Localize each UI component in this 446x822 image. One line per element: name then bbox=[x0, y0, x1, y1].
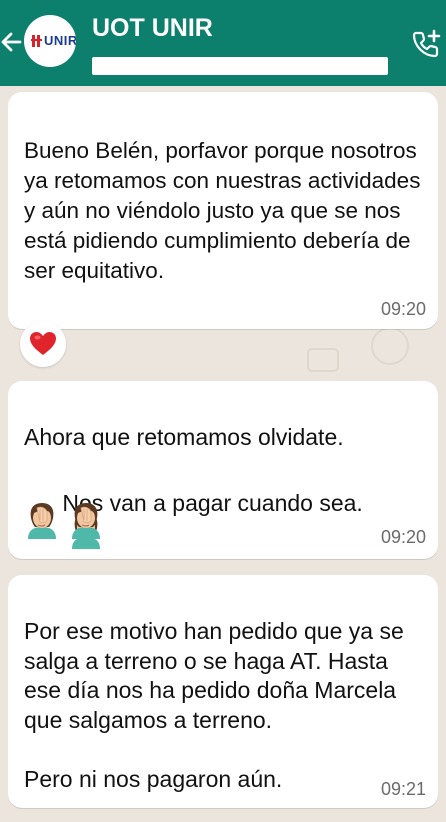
message-time: 09:20 bbox=[380, 299, 426, 319]
unir-logo-icon bbox=[31, 35, 42, 47]
message-bubble[interactable]: Por ese motivo han pedido que ya se salg… bbox=[8, 575, 438, 808]
message-text-line-2: Nos van a pagar cuando sea. bbox=[62, 489, 363, 516]
message-text: Por ese motivo han pedido que ya se salg… bbox=[24, 618, 404, 792]
message-text: Bueno Belén, porfavor porque nosotros ya… bbox=[24, 138, 427, 283]
message-time: 09:21 bbox=[380, 779, 426, 799]
facepalm-emoji-icon bbox=[28, 503, 56, 539]
message-bubble[interactable]: Bueno Belén, porfavor porque nosotros ya… bbox=[8, 92, 438, 329]
facepalm-emoji-icon bbox=[72, 503, 101, 539]
heart-icon bbox=[30, 332, 56, 355]
message-bubble[interactable]: Ahora que retomamos olvidate. Nos van a … bbox=[8, 381, 438, 559]
contact-avatar[interactable]: UNIR bbox=[24, 15, 76, 67]
contact-name[interactable]: UOT UNIR bbox=[92, 14, 213, 43]
message-time: 09:20 bbox=[380, 527, 426, 547]
chat-header: UNIR UOT UNIR bbox=[0, 0, 446, 86]
message-reaction[interactable] bbox=[20, 321, 66, 367]
back-arrow-icon[interactable] bbox=[0, 28, 22, 56]
avatar-logo-text: UNIR bbox=[44, 33, 76, 48]
emoji-row bbox=[24, 501, 104, 539]
message-text-line: Ahora que retomamos olvidate. bbox=[24, 424, 344, 450]
add-call-icon[interactable] bbox=[410, 28, 442, 60]
wallpaper-doodle bbox=[307, 348, 339, 372]
redacted-subtitle bbox=[92, 57, 388, 75]
chat-area[interactable]: Bueno Belén, porfavor porque nosotros ya… bbox=[0, 86, 446, 822]
